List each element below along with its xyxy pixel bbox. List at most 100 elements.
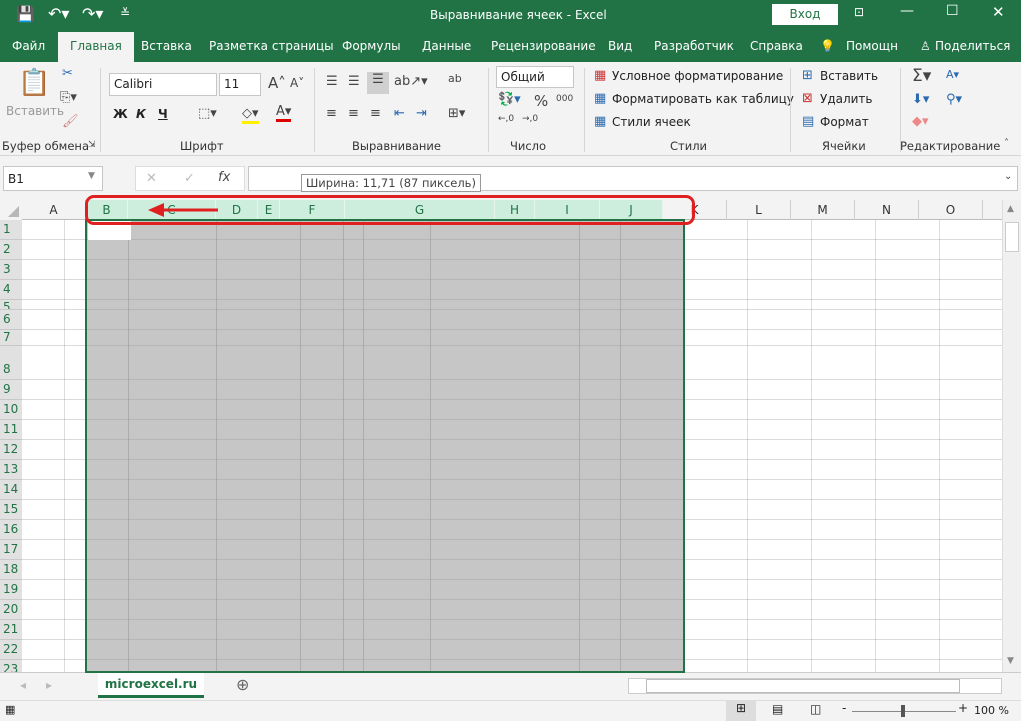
tab-page-layout[interactable]: Разметка страницы [209,39,334,53]
tab-file[interactable]: Файл [12,39,45,53]
tab-review[interactable]: Рецензирование [491,39,596,53]
align-center-icon[interactable]: ≡ [348,106,359,121]
format-cells-button[interactable]: Формат [820,115,869,129]
sort-filter-icon[interactable]: A▾ [946,68,959,81]
tab-formulas[interactable]: Формулы [342,39,401,53]
align-left-icon[interactable]: ≡ [326,106,337,121]
row-header-9[interactable]: 9 [0,380,22,400]
row-header-18[interactable]: 18 [0,560,22,580]
tab-developer[interactable]: Разработчик [654,39,734,53]
font-name-select[interactable]: Calibri [109,73,217,96]
tell-me-button[interactable]: Помощн [846,39,898,53]
wrap-text-icon[interactable]: ab [448,72,462,85]
fill-icon[interactable]: ⬇▾ [912,92,929,107]
bold-button[interactable]: Ж [113,107,128,121]
zoom-slider-thumb[interactable] [901,705,905,717]
expand-formula-icon[interactable]: ⌄ [1004,171,1012,182]
normal-view-icon[interactable]: ⊞ [726,701,756,721]
enter-icon[interactable]: ✓ [184,171,195,186]
page-layout-view-icon[interactable]: ▤ [772,702,783,716]
horizontal-scroll-thumb[interactable] [646,679,960,693]
minimize-button[interactable]: — [900,3,914,19]
row-header-19[interactable]: 19 [0,580,22,600]
conditional-format-button[interactable]: Условное форматирование [612,69,783,83]
row-header-23[interactable]: 23 [0,660,22,672]
cut-icon[interactable]: ✂ [62,66,73,81]
vertical-scroll-thumb[interactable] [1005,222,1019,252]
decrease-font-icon[interactable]: A˅ [290,76,304,90]
align-bottom-icon[interactable]: ☰ [367,72,389,94]
align-right-icon[interactable]: ≡ [370,106,381,121]
row-header-13[interactable]: 13 [0,460,22,480]
tab-data[interactable]: Данные [422,39,471,53]
redo-icon[interactable]: ↷▾ [82,4,103,23]
tab-home[interactable]: Главная [58,32,134,62]
align-top-icon[interactable]: ☰ [326,74,338,89]
delete-cells-button[interactable]: Удалить [820,92,873,106]
customize-toolbar-icon[interactable]: ≚ [120,6,130,20]
row-header-6[interactable]: 6 [0,310,22,330]
row-header-22[interactable]: 22 [0,640,22,660]
percent-icon[interactable]: % [534,92,548,110]
scroll-down-icon[interactable]: ▼ [1007,656,1014,666]
sheet-prev-icon[interactable]: ◂ [20,678,26,692]
format-painter-icon[interactable]: 🖌 [62,114,79,129]
zoom-level[interactable]: 100 % [974,704,1009,717]
zoom-out-button[interactable]: - [842,701,846,715]
font-size-select[interactable]: 11 [219,73,261,96]
tab-view[interactable]: Вид [608,39,632,53]
decrease-decimal-icon[interactable]: →,0 [522,114,538,124]
cell-styles-button[interactable]: Стили ячеек [612,115,691,129]
row-header-17[interactable]: 17 [0,540,22,560]
fill-color-icon[interactable]: ◇▾ [242,106,259,124]
orientation-icon[interactable]: ab↗▾ [394,74,428,89]
close-button[interactable]: ✕ [992,3,1005,21]
decrease-indent-icon[interactable]: ⇤ [394,106,405,121]
sheet-tab[interactable]: microexcel.ru [98,672,204,698]
column-header-A[interactable]: A [22,200,86,220]
cell-grid[interactable] [22,220,1002,672]
insert-function-icon[interactable]: fx [218,170,230,185]
tab-insert[interactable]: Вставка [141,39,192,53]
paste-button[interactable]: Вставить [6,104,64,118]
undo-icon[interactable]: ↶▾ [48,4,69,23]
row-header-10[interactable]: 10 [0,400,22,420]
row-header-15[interactable]: 15 [0,500,22,520]
increase-indent-icon[interactable]: ⇥ [416,106,427,121]
scroll-up-icon[interactable]: ▲ [1007,204,1014,214]
align-middle-icon[interactable]: ☰ [348,74,360,89]
collapse-ribbon-icon[interactable]: ˄ [1004,138,1009,149]
column-header-O[interactable]: O [919,200,983,220]
select-all-button[interactable] [0,200,22,220]
dialog-launcher-icon[interactable]: ⇲ [88,140,96,150]
column-header-M[interactable]: M [791,200,855,220]
format-table-button[interactable]: Форматировать как таблицу [612,92,794,106]
merge-cells-icon[interactable]: ⊞▾ [448,106,465,121]
copy-icon[interactable]: ⎘▾ [60,90,77,105]
underline-button[interactable]: Ч [158,107,168,121]
cancel-icon[interactable]: ✕ [146,171,157,186]
zoom-in-button[interactable]: + [958,701,968,715]
thousands-icon[interactable]: 000 [556,94,573,104]
row-header-20[interactable]: 20 [0,600,22,620]
font-color-icon[interactable]: A▾ [276,104,292,122]
row-header-12[interactable]: 12 [0,440,22,460]
insert-cells-button[interactable]: Вставить [820,69,878,83]
row-header-5[interactable]: 5 [0,300,22,310]
maximize-button[interactable]: ☐ [946,3,959,19]
borders-icon[interactable]: ⬚▾ [198,106,217,121]
row-header-4[interactable]: 4 [0,280,22,300]
column-header-N[interactable]: N [855,200,919,220]
paste-icon[interactable]: 📋 [18,68,50,98]
macro-record-icon[interactable]: ▦ [5,703,15,716]
increase-font-icon[interactable]: A˄ [268,74,286,92]
row-header-7[interactable]: 7 [0,330,22,346]
clear-icon[interactable]: ◆▾ [912,114,929,129]
row-header-1[interactable]: 1 [0,220,22,240]
signin-button[interactable]: Вход [772,4,838,25]
find-icon[interactable]: ⚲▾ [946,92,962,107]
autosum-icon[interactable]: Σ▾ [912,66,931,86]
row-header-2[interactable]: 2 [0,240,22,260]
italic-button[interactable]: К [136,107,146,121]
ribbon-display-icon[interactable]: ⊡ [854,5,864,19]
